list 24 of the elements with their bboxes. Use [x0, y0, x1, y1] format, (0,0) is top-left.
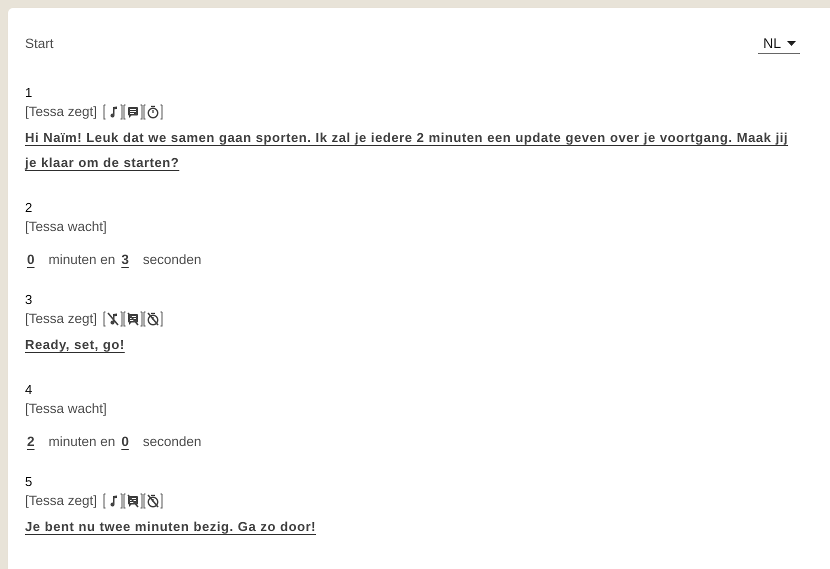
speaker-label: [Tessa wacht] [25, 401, 107, 416]
minutes-label: minuten en [48, 252, 116, 267]
step-number: 5 [25, 473, 34, 491]
seconds-label: seconden [142, 252, 202, 267]
seconds-field[interactable]: 0 [121, 434, 129, 449]
step-number: 4 [25, 381, 34, 399]
minutes-field[interactable]: 0 [27, 252, 35, 267]
speaker-label: [Tessa wacht] [25, 219, 107, 234]
seconds-field[interactable]: 3 [121, 252, 129, 267]
step-number: 3 [25, 291, 34, 309]
speaker-label: [Tessa zegt] [25, 311, 98, 326]
message-text[interactable]: Ready, set, go! [25, 332, 790, 357]
seconds-label: seconden [142, 434, 202, 449]
minutes-field[interactable]: 2 [27, 434, 35, 449]
step-number: 2 [25, 199, 34, 217]
page-title: Start [25, 36, 54, 50]
step-number: 1 [25, 84, 34, 102]
minutes-label: minuten en [48, 434, 116, 449]
message-text[interactable]: Je bent nu twee minuten bezig. Ga zo door! [25, 514, 790, 539]
speaker-label: [Tessa zegt] [25, 104, 98, 119]
caret-icon [787, 40, 796, 46]
message-text[interactable]: Hi Naïm! Leuk dat we samen gaan sporten. Ik zal je iedere 2 minuten een update geven over je voortgang. Maak jij je klaar om de starten? [25, 125, 790, 175]
language-dropdown[interactable]: NL [758, 32, 800, 54]
speaker-label: [Tessa zegt] [25, 493, 98, 508]
